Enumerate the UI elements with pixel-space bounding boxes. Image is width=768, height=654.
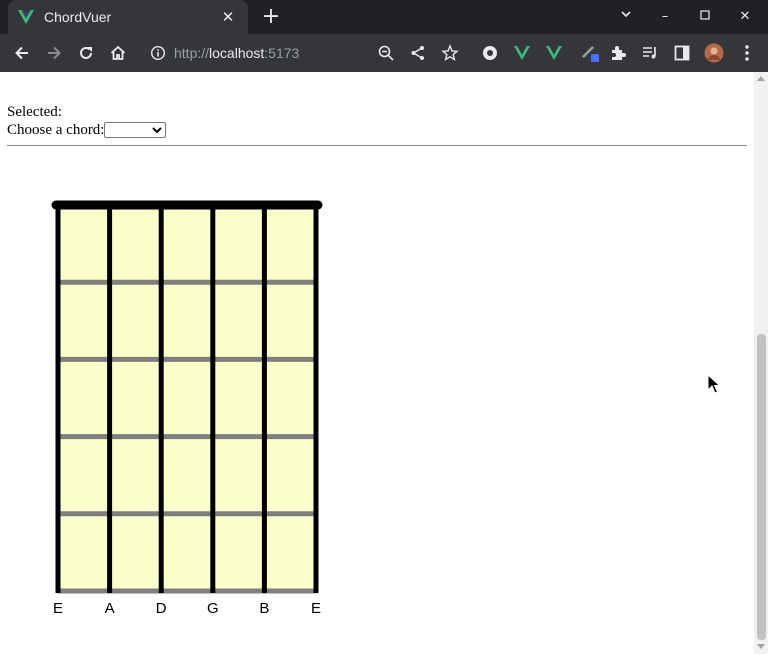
profile-avatar[interactable]	[702, 41, 726, 65]
pen-extension-icon[interactable]	[578, 41, 602, 65]
browser-toolbar: http://localhost:5173	[0, 34, 768, 72]
string-label: E	[311, 600, 321, 617]
fretboard: EADGBE	[51, 200, 323, 617]
scroll-up-arrow-icon[interactable]	[757, 76, 765, 81]
home-icon[interactable]	[106, 41, 130, 65]
back-icon[interactable]	[10, 41, 34, 65]
forward-icon[interactable]	[42, 41, 66, 65]
zoom-out-icon[interactable]	[374, 41, 398, 65]
string-label: G	[207, 600, 219, 617]
browser-tab-strip: ChordVuer ✕ + – ✕	[0, 0, 768, 34]
tab-title: ChordVuer	[44, 9, 112, 25]
string-label: E	[53, 600, 63, 617]
extension-circle-icon[interactable]	[478, 41, 502, 65]
vue-logo-icon	[18, 10, 34, 24]
url-text: http://localhost:5173	[174, 45, 300, 61]
reload-icon[interactable]	[74, 41, 98, 65]
browser-menu-icon[interactable]	[735, 41, 759, 65]
media-controls-icon[interactable]	[638, 41, 662, 65]
tab-search-icon[interactable]	[614, 5, 638, 29]
fretboard-background	[58, 205, 316, 591]
new-tab-button[interactable]: +	[260, 6, 282, 28]
string-label: D	[156, 600, 167, 617]
mouse-cursor-icon	[707, 374, 721, 394]
side-panel-icon[interactable]	[670, 41, 694, 65]
vue-devtools-icon-2[interactable]	[542, 41, 566, 65]
scroll-thumb[interactable]	[757, 334, 766, 640]
extensions-puzzle-icon[interactable]	[606, 41, 630, 65]
browser-tab[interactable]: ChordVuer ✕	[8, 0, 248, 34]
bookmark-star-icon[interactable]	[438, 41, 462, 65]
tab-close-icon[interactable]: ✕	[218, 8, 238, 26]
site-info-icon[interactable]	[150, 45, 166, 61]
string-label: A	[105, 600, 115, 617]
vue-devtools-icon[interactable]	[510, 41, 534, 65]
string-label: B	[259, 600, 269, 617]
maximize-button[interactable]	[693, 5, 717, 29]
page-content: Selected: Choose a chord: EADGBE	[0, 72, 754, 654]
page-scrollbar[interactable]	[754, 72, 768, 654]
close-window-button[interactable]: ✕	[733, 5, 757, 29]
scroll-down-arrow-icon[interactable]	[757, 644, 765, 649]
minimize-button[interactable]: –	[653, 5, 677, 29]
share-icon[interactable]	[406, 41, 430, 65]
